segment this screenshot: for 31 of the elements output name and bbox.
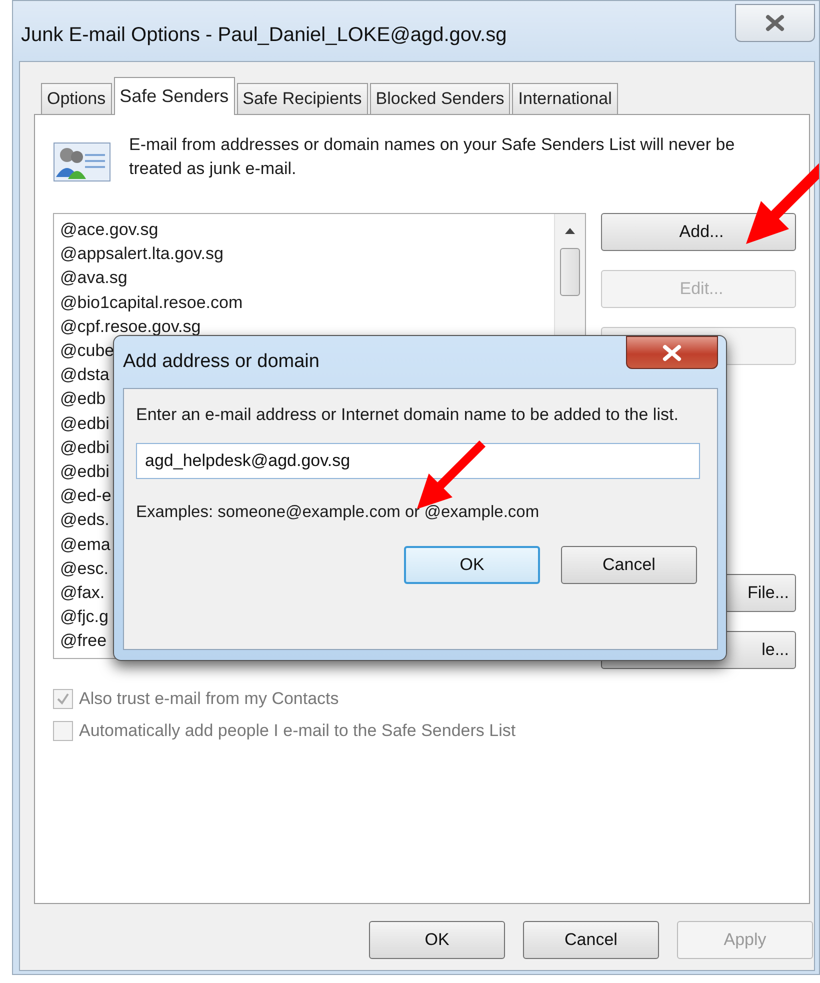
close-button[interactable] xyxy=(735,4,815,42)
tab[interactable]: Safe Recipients xyxy=(236,83,368,114)
list-item[interactable]: @cpf.resoe.gov.sg xyxy=(60,314,548,340)
tab[interactable]: International xyxy=(512,83,618,114)
description-text: E-mail from addresses or domain names on your Safe Senders List will never be treated as junk e-mail. xyxy=(129,134,736,180)
scroll-up-icon[interactable] xyxy=(565,228,575,234)
checkbox-label: Automatically add people I e-mail to the Safe Senders List xyxy=(79,721,516,741)
dialog-button[interactable]: OK xyxy=(369,921,505,959)
list-item[interactable]: @ava.sg xyxy=(60,266,548,291)
prompt-text: Enter an e-mail address or Internet domain name to be added to the list. xyxy=(136,404,680,426)
tab[interactable]: Options xyxy=(41,83,112,114)
tab[interactable]: Safe Senders xyxy=(114,77,235,115)
dialog-button[interactable]: Cancel xyxy=(523,921,659,959)
dialog-title: Add address or domain xyxy=(123,351,320,373)
tab[interactable]: Blocked Senders xyxy=(370,83,510,114)
address-input[interactable]: agd_helpdesk@agd.gov.sg xyxy=(136,443,700,479)
close-button[interactable] xyxy=(626,336,718,369)
contacts-icon xyxy=(53,141,111,183)
list-item[interactable]: @ace.gov.sg xyxy=(60,218,548,242)
examples-text: Examples: someone@example.com or @example.com xyxy=(136,503,540,522)
close-icon xyxy=(764,14,786,32)
dialog-button[interactable]: OK xyxy=(404,546,540,584)
list-item[interactable]: @bio1capital.resoe.com xyxy=(60,290,548,315)
dialog-button[interactable]: Cancel xyxy=(561,546,697,584)
checkbox-label: Also trust e-mail from my Contacts xyxy=(79,689,339,709)
checkmark-icon xyxy=(55,691,71,707)
list-item[interactable]: @appsalert.lta.gov.sg xyxy=(60,242,548,266)
side-button[interactable]: Add... xyxy=(601,213,796,251)
window-title: Junk E-mail Options - Paul_Daniel_LOKE@agd.gov.sg xyxy=(21,24,507,46)
scroll-thumb[interactable] xyxy=(560,248,580,296)
close-icon xyxy=(661,344,683,362)
